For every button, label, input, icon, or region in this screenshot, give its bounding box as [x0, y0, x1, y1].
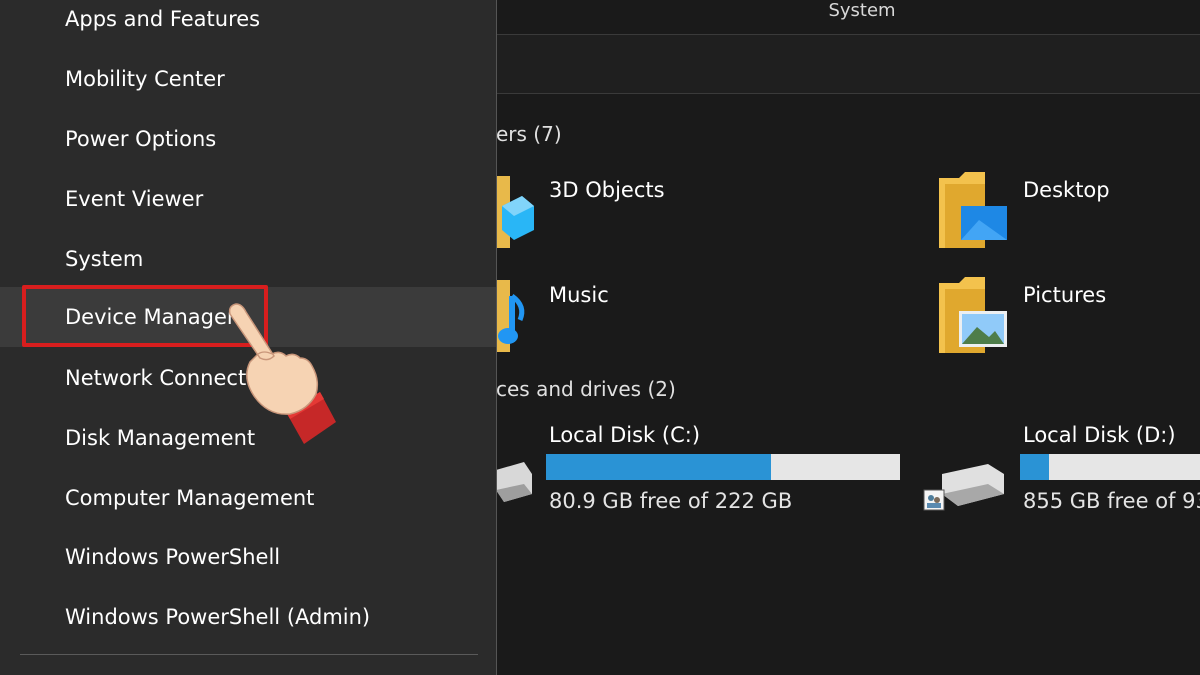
menu-item-label: Event Viewer [65, 187, 204, 211]
window-title: System [828, 0, 896, 21]
3d-objects-icon [496, 176, 534, 248]
local-disk-c-icon [496, 462, 532, 502]
menu-item-label: Network Connecti [65, 366, 253, 390]
menu-item-mobility-center[interactable]: Mobility Center [0, 49, 496, 109]
desktop-folder-icon [939, 172, 1007, 248]
menu-item-label: Windows PowerShell (Admin) [65, 605, 371, 629]
menu-item-label: Windows PowerShell [65, 545, 281, 569]
folder-pictures[interactable]: Pictures [1023, 283, 1106, 307]
menu-item-apps-and-features[interactable]: Apps and Features [0, 0, 496, 49]
ribbon-bar [496, 35, 1200, 94]
drive-c-usage-fill [546, 454, 772, 480]
folder-3d-objects[interactable]: 3D Objects [549, 178, 665, 202]
folders-group-header[interactable]: ers (7) [496, 122, 562, 146]
menu-item-label: Computer Management [65, 486, 315, 510]
menu-item-label: Mobility Center [65, 67, 225, 91]
drives-group-header[interactable]: ces and drives (2) [496, 377, 676, 401]
menu-item-label: Power Options [65, 127, 217, 151]
drive-d-free-text: 855 GB free of 93 [1023, 489, 1200, 513]
folder-music[interactable]: Music [549, 283, 609, 307]
pointing-hand-icon [228, 303, 336, 444]
local-disk-d-icon [923, 464, 1004, 511]
drive-d-usage-bar [1020, 454, 1200, 480]
menu-item-system[interactable]: System [0, 229, 496, 289]
menu-separator [20, 654, 478, 655]
drive-c-usage-bar [546, 454, 900, 480]
drive-d-label[interactable]: Local Disk (D:) [1023, 423, 1176, 447]
menu-item-windows-powershell-admin[interactable]: Windows PowerShell (Admin) [0, 587, 496, 647]
title-bar: System [496, 0, 1200, 35]
menu-item-label: Disk Management [65, 426, 256, 450]
pictures-folder-icon [939, 277, 1007, 353]
folder-desktop[interactable]: Desktop [1023, 178, 1110, 202]
menu-item-computer-management[interactable]: Computer Management [0, 468, 496, 528]
menu-item-event-viewer[interactable]: Event Viewer [0, 169, 496, 229]
menu-item-windows-powershell[interactable]: Windows PowerShell [0, 527, 496, 587]
drive-c-label[interactable]: Local Disk (C:) [549, 423, 700, 447]
drive-d-usage-fill [1020, 454, 1049, 480]
menu-item-label: Apps and Features [65, 7, 261, 31]
menu-item-power-options[interactable]: Power Options [0, 109, 496, 169]
music-folder-icon [496, 280, 525, 352]
file-explorer-window: System ers (7) 3D Objects Desktop Music … [496, 0, 1200, 675]
menu-item-label: System [65, 247, 144, 271]
drive-c-free-text: 80.9 GB free of 222 GB [549, 489, 793, 513]
